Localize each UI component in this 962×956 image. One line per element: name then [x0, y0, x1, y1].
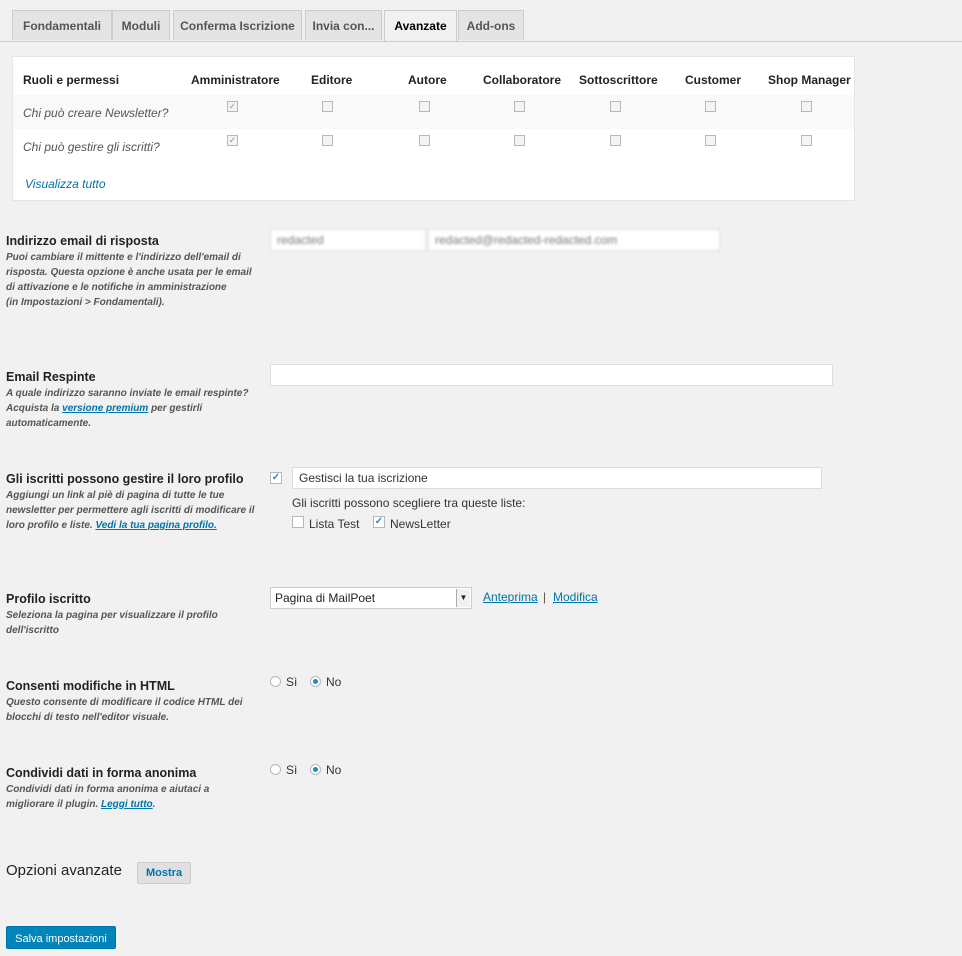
premium-version-link[interactable]: versione premium — [62, 403, 148, 414]
reply-email-title: Indirizzo email di risposta — [6, 234, 159, 248]
tab-invia-con[interactable]: Invia con... — [305, 10, 382, 40]
html-edit-no-label: No — [326, 675, 342, 689]
list-name-lista-test: Lista Test — [309, 517, 360, 531]
bounce-email-label-block: Email Respinte A quale indirizzo saranno… — [6, 370, 256, 431]
preview-link[interactable]: Anteprima — [483, 590, 538, 604]
html-edit-radio-no[interactable] — [310, 676, 321, 687]
tab-moduli[interactable]: Moduli — [112, 10, 170, 40]
roles-table-header: Ruoli e permessi Amministratore Editore … — [13, 57, 854, 95]
role-author: Autore — [408, 73, 447, 87]
perm-checkbox-contributor[interactable] — [514, 101, 525, 112]
perm-checkbox-subscriber[interactable] — [610, 135, 621, 146]
permission-row-manage-subscribers: Chi può gestire gli iscritti? — [13, 129, 854, 163]
subscriber-profile-title: Profilo iscritto — [6, 592, 91, 606]
perm-checkbox-shop-manager[interactable] — [801, 101, 812, 112]
settings-tabs: Fondamentali Moduli Conferma Iscrizione … — [0, 0, 962, 42]
share-data-radio-no[interactable] — [310, 764, 321, 775]
reply-email-label-block: Indirizzo email di risposta Puoi cambiar… — [6, 234, 256, 310]
view-profile-page-link[interactable]: Vedi la tua pagina profilo. — [95, 520, 216, 531]
manage-profile-link-text-input[interactable] — [292, 467, 822, 489]
role-editor: Editore — [311, 73, 353, 87]
lists-label: Gli iscritti possono scegliere tra quest… — [292, 496, 526, 510]
reply-email-description: Puoi cambiare il mittente e l'indirizzo … — [6, 252, 252, 293]
share-data-label-block: Condividi dati in forma anonima Condivid… — [6, 766, 256, 812]
role-subscriber: Sottoscrittore — [579, 73, 658, 87]
subscriber-profile-label-block: Profilo iscritto Seleziona la pagina per… — [6, 592, 256, 638]
permission-label: Chi può gestire gli iscritti? — [23, 140, 160, 154]
html-edit-title: Consenti modifiche in HTML — [6, 679, 175, 693]
html-edit-radio-yes[interactable] — [270, 676, 281, 687]
list-name-newsletter: NewsLetter — [390, 517, 451, 531]
profile-page-select[interactable]: Pagina di MailPoet ▼ — [270, 587, 472, 609]
perm-checkbox-administrator — [227, 135, 238, 146]
advanced-options-title: Opzioni avanzate — [6, 862, 122, 879]
tab-add-ons[interactable]: Add-ons — [458, 10, 524, 40]
save-settings-button[interactable]: Salva impostazioni — [6, 926, 116, 949]
tab-fondamentali[interactable]: Fondamentali — [12, 10, 112, 40]
list-checkbox-newsletter[interactable] — [373, 516, 385, 528]
html-edit-yes-label: Sì — [286, 675, 298, 689]
edit-link[interactable]: Modifica — [553, 590, 598, 604]
tab-avanzate[interactable]: Avanzate — [384, 10, 457, 41]
share-data-radio-yes[interactable] — [270, 764, 281, 775]
bounce-email-input[interactable] — [270, 364, 833, 386]
role-administrator: Amministratore — [191, 73, 280, 87]
perm-checkbox-contributor[interactable] — [514, 135, 525, 146]
chevron-down-icon: ▼ — [456, 589, 470, 607]
permission-label: Chi può creare Newsletter? — [23, 106, 169, 120]
read-more-link[interactable]: Leggi tutto — [101, 799, 153, 810]
tab-conferma-iscrizione[interactable]: Conferma Iscrizione — [173, 10, 302, 40]
perm-checkbox-shop-manager[interactable] — [801, 135, 812, 146]
perm-checkbox-customer[interactable] — [705, 135, 716, 146]
profile-page-selected: Pagina di MailPoet — [275, 591, 376, 605]
list-checkbox-lista-test[interactable] — [292, 516, 304, 528]
share-data-yes-label: Sì — [286, 763, 298, 777]
bounce-email-description: A quale indirizzo saranno inviate le ema… — [6, 388, 249, 429]
perm-checkbox-editor[interactable] — [322, 101, 333, 112]
manage-profile-description: Aggiungi un link al piè di pagina di tut… — [6, 490, 255, 531]
reply-email-description-note: (in Impostazioni > Fondamentali). — [6, 297, 165, 308]
manage-profile-checkbox[interactable] — [270, 472, 282, 484]
perm-checkbox-editor[interactable] — [322, 135, 333, 146]
roles-permissions-table: Ruoli e permessi Amministratore Editore … — [12, 56, 855, 201]
role-contributor: Collaboratore — [483, 73, 562, 87]
share-data-no-label: No — [326, 763, 342, 777]
html-edit-label-block: Consenti modifiche in HTML Questo consen… — [6, 679, 256, 725]
show-advanced-button[interactable]: Mostra — [137, 862, 192, 884]
perm-checkbox-author[interactable] — [419, 101, 430, 112]
perm-checkbox-author[interactable] — [419, 135, 430, 146]
manage-profile-label-block: Gli iscritti possono gestire il loro pro… — [6, 472, 256, 533]
show-all-link[interactable]: Visualizza tutto — [25, 177, 106, 191]
perm-checkbox-customer[interactable] — [705, 101, 716, 112]
manage-profile-title: Gli iscritti possono gestire il loro pro… — [6, 472, 244, 486]
html-edit-description: Questo consente di modificare il codice … — [6, 697, 243, 723]
bounce-email-title: Email Respinte — [6, 370, 96, 384]
permission-row-create-newsletter: Chi può creare Newsletter? — [13, 95, 854, 129]
perm-checkbox-administrator — [227, 101, 238, 112]
link-separator: | — [543, 590, 547, 604]
share-data-title: Condividi dati in forma anonima — [6, 766, 197, 780]
role-shop-manager: Shop Manager — [768, 73, 851, 87]
subscriber-profile-description: Seleziona la pagina per visualizzare il … — [6, 610, 218, 636]
share-data-description: Condividi dati in forma anonima e aiutac… — [6, 784, 210, 810]
reply-name-input[interactable] — [270, 229, 426, 251]
roles-header-label: Ruoli e permessi — [23, 73, 120, 87]
role-customer: Customer — [685, 73, 742, 87]
reply-email-input[interactable] — [428, 229, 720, 251]
perm-checkbox-subscriber[interactable] — [610, 101, 621, 112]
